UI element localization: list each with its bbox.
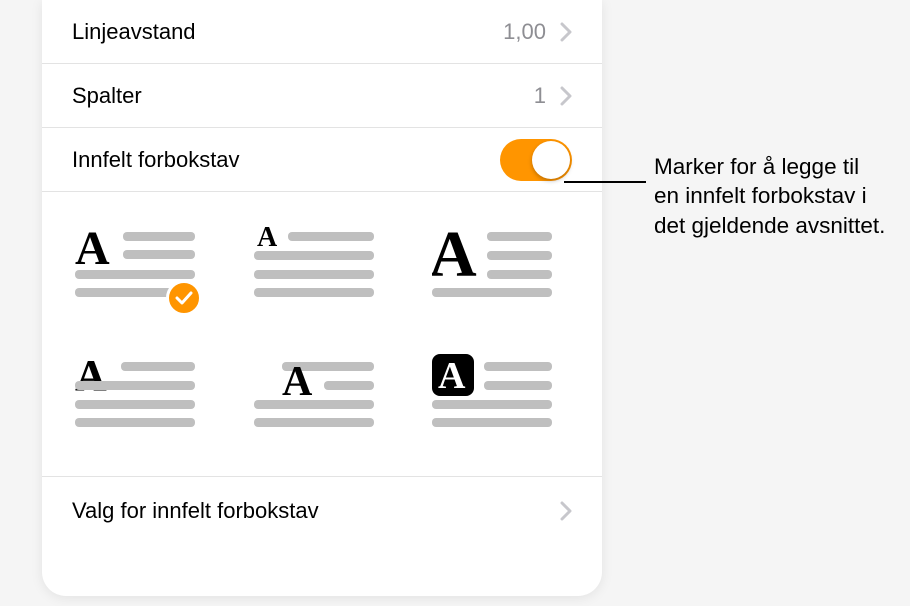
drop-cap-style-4[interactable]: A: [72, 352, 198, 438]
line-spacing-row[interactable]: Linjeavstand 1,00: [42, 0, 602, 64]
columns-row[interactable]: Spalter 1: [42, 64, 602, 128]
svg-text:A: A: [432, 224, 477, 291]
columns-value-wrap: 1: [534, 83, 572, 109]
drop-cap-styles-grid: A A A: [42, 192, 602, 477]
chevron-right-icon: [560, 86, 572, 106]
selected-check-icon: [166, 280, 202, 316]
svg-text:A: A: [75, 224, 110, 275]
drop-cap-options-label: Valg for innfelt forbokstav: [72, 498, 319, 524]
line-spacing-label: Linjeavstand: [72, 19, 196, 45]
drop-cap-label: Innfelt forbokstav: [72, 147, 240, 173]
toggle-knob: [532, 141, 570, 179]
drop-cap-style-3[interactable]: A: [429, 222, 555, 308]
chevron-right-icon: [560, 501, 572, 521]
drop-cap-style-6[interactable]: A: [429, 352, 555, 438]
drop-cap-options-row[interactable]: Valg for innfelt forbokstav: [42, 477, 602, 545]
chevron-right-icon: [560, 22, 572, 42]
callout-text: Marker for å legge til en innfelt forbok…: [654, 152, 888, 240]
columns-value: 1: [534, 83, 546, 109]
drop-cap-row: Innfelt forbokstav: [42, 128, 602, 192]
drop-cap-style-1[interactable]: A: [72, 222, 198, 308]
line-spacing-value: 1,00: [503, 19, 546, 45]
columns-label: Spalter: [72, 83, 142, 109]
line-spacing-value-wrap: 1,00: [503, 19, 572, 45]
svg-text:A: A: [282, 359, 313, 405]
svg-text:A: A: [75, 354, 107, 400]
drop-cap-toggle[interactable]: [500, 139, 572, 181]
svg-text:A: A: [257, 224, 278, 253]
svg-text:A: A: [438, 355, 466, 397]
drop-cap-style-5[interactable]: A: [251, 352, 377, 438]
text-formatting-panel: Linjeavstand 1,00 Spalter 1 Innfelt forb…: [42, 0, 602, 596]
callout-leader-line: [564, 181, 646, 183]
drop-cap-style-2[interactable]: A: [251, 222, 377, 308]
